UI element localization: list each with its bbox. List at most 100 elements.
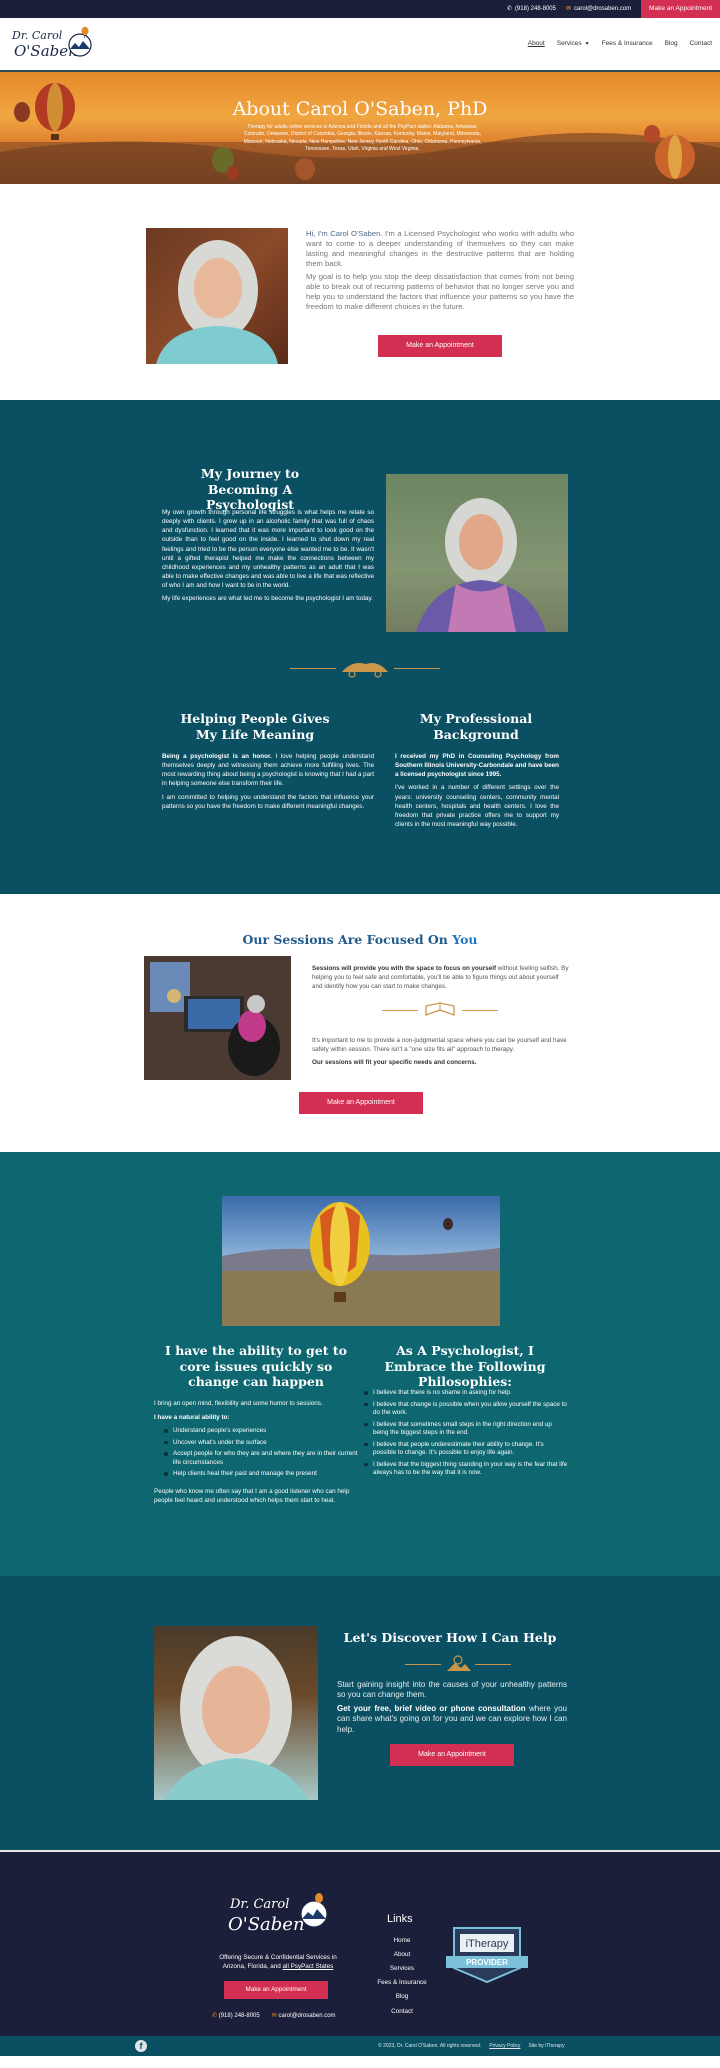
sessions-appointment-button[interactable]: Make an Appointment (299, 1092, 423, 1114)
helping-paragraph-2: I am committed to helping you understand… (162, 793, 374, 810)
hero-subtitle: Therapy for adults online services in Ar… (243, 124, 482, 152)
sessions-lead: Sessions will provide you with the space… (312, 965, 497, 972)
balloon-landscape-graphic (222, 1202, 500, 1326)
ability-title: I have the ability to get to core issues… (165, 1343, 347, 1390)
svg-text:O'Saben: O'Saben (14, 42, 78, 60)
logo-graphic: Dr. Carol O'Saben (11, 26, 92, 60)
footer-link-about[interactable]: About (372, 1948, 432, 1962)
book-icon (424, 1002, 456, 1018)
footer-phone-text: (918) 248-8005 (218, 2013, 260, 2019)
carol-portrait-photo (146, 228, 288, 364)
ability-list: Understand people's experiences Uncover … (154, 1427, 360, 1479)
intro-greeting: Hi, I'm Carol O'Saben. (306, 229, 383, 238)
sessions-title-main: Our Sessions Are Focused On (242, 932, 453, 947)
mountain-icon (443, 1654, 473, 1672)
helping-paragraph-1: Being a psychologist is an honor. I love… (162, 752, 374, 789)
topbar-appointment-button[interactable]: Make an Appointment (641, 0, 720, 18)
ability-section: I have the ability to get to core issues… (0, 1152, 720, 1576)
sessions-paragraph-2: It's important to me to provide a non-ju… (312, 1037, 567, 1054)
helping-title: Helping People Gives My Life Meaning (180, 711, 330, 742)
intro-paragraph-2: My goal is to help you stop the deep dis… (306, 272, 574, 312)
ability-item: Accept people for who they are and where… (164, 1450, 360, 1467)
site-by-link[interactable]: Site by iTherapy (528, 2043, 564, 2050)
journey-portrait-graphic (386, 474, 568, 632)
facebook-icon[interactable]: f (135, 2040, 147, 2052)
footer-links-list: Home About Services Fees & Insurance Blo… (372, 1934, 432, 2019)
discover-paragraph-1: Start gaining insight into the causes of… (337, 1680, 567, 1700)
footer-tagline-states: Arizona, Florida, and (222, 1962, 283, 1970)
footer-email[interactable]: ✉ carol@drosaben.com (272, 2012, 336, 2020)
topbar-phone[interactable]: ✆ (918) 248-8005 (507, 5, 556, 13)
professional-title: My Professional Background (419, 711, 533, 742)
footer-links-title: Links (387, 1913, 413, 1925)
intro-appointment-button[interactable]: Make an Appointment (378, 335, 502, 357)
journey-title: My Journey to Becoming A Psychologist (200, 466, 300, 513)
sessions-title-you: You (452, 932, 478, 947)
discover-section: Let's Discover How I Can Help Start gain… (0, 1576, 720, 1850)
ability-item: Understand people's experiences (164, 1427, 360, 1436)
svg-text:O'Saben: O'Saben (228, 1914, 305, 1935)
topbar-email-text: carol@drosaben.com (574, 5, 632, 12)
footer-phone[interactable]: ✆ (918) 248-8005 (212, 2012, 260, 2020)
professional-lead: I received my PhD in Counseling Psycholo… (395, 752, 559, 779)
ability-list-title: I have a natural ability to: (154, 1414, 230, 1422)
ability-text: I bring an open mind, flexibility and so… (154, 1399, 360, 1505)
philosophy-item: I believe that the biggest thing standin… (364, 1461, 568, 1478)
nav-fees[interactable]: Fees & Insurance (602, 40, 653, 49)
philosophy-item: I believe that people underestimate thei… (364, 1441, 568, 1458)
ability-item: Help clients heal their past and manage … (164, 1470, 360, 1479)
footer-tagline-line1: Offering Secure & Confidential Services … (219, 1954, 337, 1961)
topbar-email[interactable]: ✉ carol@drosaben.com (566, 5, 631, 13)
philosophies-list: I believe that there is no shame in aski… (364, 1389, 568, 1481)
hero-title: About Carol O'Saben, PhD (232, 98, 488, 120)
hero-banner: About Carol O'Saben, PhD Therapy for adu… (0, 72, 720, 184)
discover-lead: Get your free, brief video or phone cons… (337, 1703, 526, 1713)
philosophies-title: As A Psychologist, I Embrace the Followi… (384, 1343, 546, 1390)
journey-divider-left (290, 668, 336, 669)
topbar-phone-text: (918) 248-8005 (514, 5, 556, 12)
footer-link-fees[interactable]: Fees & Insurance (372, 1976, 432, 1990)
main-nav: Dr. Carol O'Saben About Services ▼ Fees &… (0, 18, 720, 72)
nav-contact[interactable]: Contact (690, 40, 712, 49)
bottom-bar: f © 2023, Dr. Carol O'Saben. All rights … (0, 2036, 720, 2056)
svg-text:Dr. Carol: Dr. Carol (11, 29, 63, 42)
discover-portrait-photo (154, 1626, 318, 1800)
discover-divider-right (475, 1664, 511, 1665)
svg-text:iTherapy: iTherapy (466, 1938, 509, 1950)
phone-icon: ✆ (506, 5, 512, 12)
site-logo[interactable]: Dr. Carol O'Saben (8, 23, 94, 65)
bottom-bar-links: © 2023, Dr. Carol O'Saben. All rights re… (378, 2043, 565, 2050)
footer: Dr. Carol O'Saben Offering Secure & Conf… (0, 1850, 720, 2036)
footer-email-text: carol@drosaben.com (278, 2013, 336, 2019)
professional-lead-text: I received my PhD in Counseling Psycholo… (395, 753, 559, 779)
footer-link-contact[interactable]: Contact (372, 2005, 432, 2019)
ability-paragraph-1: I bring an open mind, flexibility and so… (154, 1400, 323, 1407)
nav-about[interactable]: About (528, 40, 545, 49)
journey-portrait-photo (386, 474, 568, 632)
top-bar: ✆ (918) 248-8005 ✉ carol@drosaben.com Ma… (0, 0, 720, 18)
portrait-graphic (156, 240, 278, 364)
helping-text: Being a psychologist is an honor. I love… (162, 752, 374, 811)
sessions-paragraph-1: Sessions will provide you with the space… (312, 964, 569, 991)
footer-appointment-button[interactable]: Make an Appointment (224, 1981, 328, 1999)
nav-services-label: Services (556, 39, 582, 47)
nav-blog[interactable]: Blog (665, 40, 678, 49)
footer-link-home[interactable]: Home (372, 1934, 432, 1948)
balloon-landscape-photo (222, 1196, 500, 1326)
footer-link-blog[interactable]: Blog (372, 1990, 432, 2004)
ability-paragraph-2: People who know me often say that I am a… (154, 1487, 350, 1504)
nav-services[interactable]: Services ▼ (557, 40, 590, 49)
footer-psypact-link[interactable]: all PsyPact States (283, 1963, 334, 1970)
discover-title: Let's Discover How I Can Help (343, 1630, 557, 1645)
badge-graphic: iTherapy PROVIDER (446, 1927, 528, 1984)
discover-appointment-button[interactable]: Make an Appointment (390, 1744, 514, 1766)
journey-paragraph-2: My life experiences are what led me to b… (162, 595, 373, 603)
footer-link-services[interactable]: Services (372, 1962, 432, 1976)
sessions-paragraph-3: Our sessions will fit your specific need… (312, 1059, 477, 1067)
footer-logo[interactable]: Dr. Carol O'Saben (224, 1888, 332, 1940)
sessions-photo (144, 956, 291, 1080)
itherapy-provider-badge[interactable]: iTherapy PROVIDER (444, 1924, 530, 1986)
professional-text: I received my PhD in Counseling Psycholo… (395, 752, 559, 829)
privacy-policy-link[interactable]: Privacy Policy (489, 2043, 520, 2050)
footer-logo-graphic: Dr. Carol O'Saben (228, 1893, 328, 1935)
